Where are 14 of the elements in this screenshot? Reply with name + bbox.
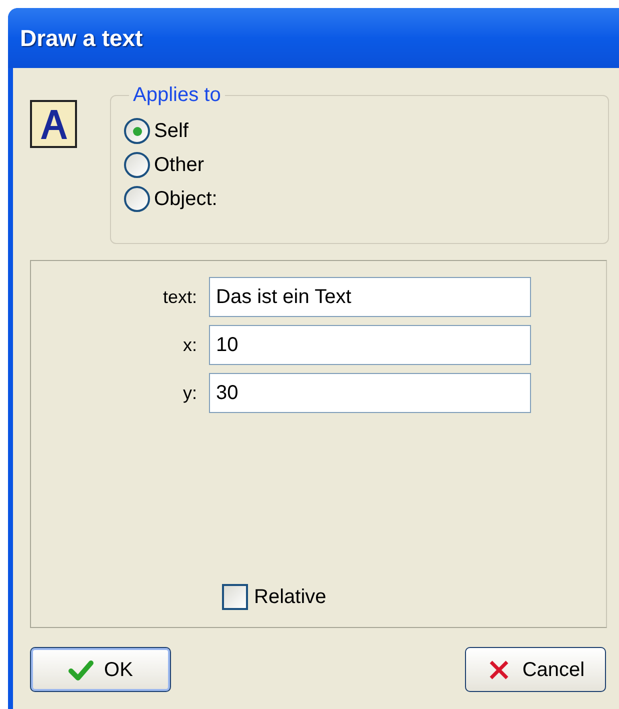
window-title: Draw a text: [20, 24, 143, 53]
input-field[interactable]: Das ist ein Text: [209, 277, 531, 317]
field-label: x:: [182, 334, 198, 356]
relative-checkbox[interactable]: Relative: [222, 582, 326, 612]
cancel-button[interactable]: Cancel: [465, 647, 606, 692]
ok-button[interactable]: OK: [30, 647, 171, 692]
input-field[interactable]: 10: [209, 325, 531, 365]
radio-option[interactable]: Self: [124, 118, 188, 144]
input-field[interactable]: 30: [209, 373, 531, 413]
radio-option[interactable]: Other: [124, 152, 204, 178]
text-tool-icon: [30, 100, 77, 148]
radio-option[interactable]: Object:: [124, 186, 218, 212]
field-label: text:: [162, 286, 198, 308]
field-label: y:: [182, 382, 198, 405]
